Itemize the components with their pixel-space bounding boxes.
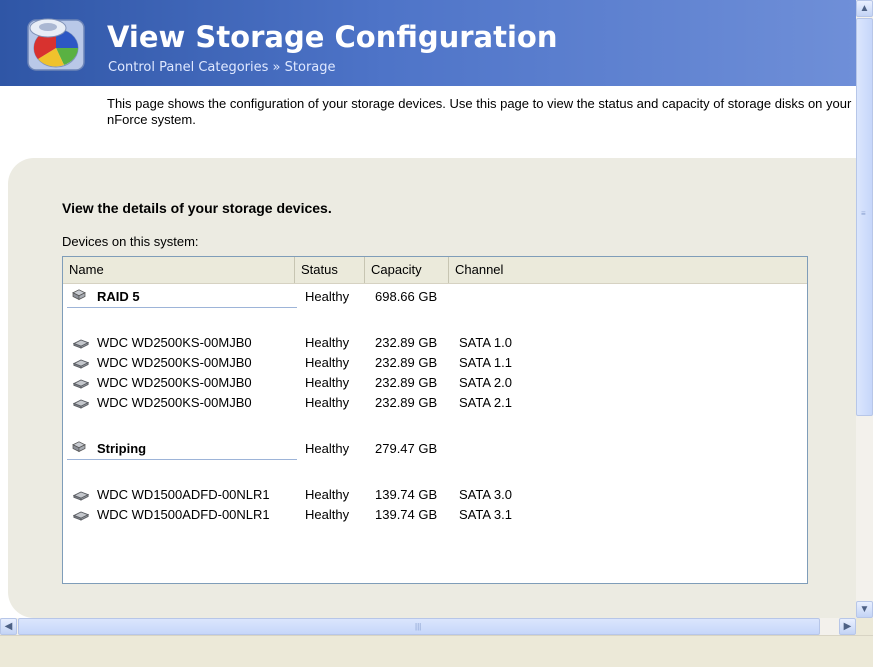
cell-name: WDC WD1500ADFD-00NLR1 bbox=[97, 507, 270, 522]
cell-status: Healthy bbox=[305, 335, 350, 350]
cell-status: Healthy bbox=[305, 487, 350, 502]
group-divider bbox=[67, 459, 297, 460]
disk-row[interactable]: WDC WD2500KS-00MJB0 Healthy 232.89 GB SATA … bbox=[63, 393, 807, 413]
page-title: View Storage Configuration bbox=[107, 20, 558, 54]
cell-channel: SATA 1.1 bbox=[459, 355, 512, 370]
disk-icon bbox=[73, 491, 89, 501]
breadcrumb-current: Storage bbox=[284, 60, 336, 75]
scrollbar-corner bbox=[856, 618, 873, 635]
cell-channel: SATA 2.1 bbox=[459, 395, 512, 410]
scroll-up-button[interactable]: ▲ bbox=[856, 0, 873, 17]
cell-name: Striping bbox=[97, 441, 147, 456]
disk-row[interactable]: WDC WD1500ADFD-00NLR1 Healthy 139.74 GB SAT… bbox=[63, 505, 807, 525]
cell-channel: SATA 3.1 bbox=[459, 507, 512, 522]
disk-row[interactable]: WDC WD2500KS-00MJB0 Healthy 232.89 GB SATA … bbox=[63, 373, 807, 393]
disk-icon bbox=[73, 511, 89, 521]
page-viewport: View Storage Configuration Control Panel… bbox=[0, 0, 856, 618]
horizontal-scroll-thumb[interactable]: ||| bbox=[18, 618, 820, 635]
cell-channel: SATA 1.0 bbox=[459, 335, 512, 350]
breadcrumb-link-control-panel[interactable]: Control Panel Categories bbox=[108, 60, 268, 75]
array-icon bbox=[72, 289, 86, 301]
intro-text: This page shows the configuration of you… bbox=[107, 96, 852, 127]
disk-icon bbox=[73, 379, 89, 389]
cell-capacity: 279.47 GB bbox=[375, 441, 438, 456]
vertical-scrollbar[interactable]: ▲ ≡ ▼ bbox=[856, 0, 873, 618]
cell-capacity: 232.89 GB bbox=[375, 335, 438, 350]
devices-label: Devices on this system: bbox=[62, 234, 199, 249]
devices-list[interactable]: Name Status Capacity Channel RAID 5 Healt… bbox=[62, 256, 808, 584]
cell-name: WDC WD2500KS-00MJB0 bbox=[97, 395, 252, 410]
cell-capacity: 698.66 GB bbox=[375, 289, 438, 304]
scroll-left-button[interactable]: ◀ bbox=[0, 618, 17, 635]
group-divider bbox=[67, 307, 297, 308]
panel-heading: View the details of your storage devices… bbox=[62, 200, 332, 216]
grip-icon: ||| bbox=[415, 622, 422, 631]
page-header: View Storage Configuration Control Panel… bbox=[0, 0, 856, 86]
scroll-right-button[interactable]: ▶ bbox=[839, 618, 856, 635]
array-icon bbox=[72, 441, 86, 453]
disk-row[interactable]: WDC WD1500ADFD-00NLR1 Healthy 139.74 GB SAT… bbox=[63, 485, 807, 505]
array-row[interactable]: Striping Healthy 279.47 GB bbox=[63, 439, 807, 459]
vertical-scroll-thumb[interactable]: ≡ bbox=[856, 18, 873, 416]
breadcrumb: Control Panel Categories » Storage bbox=[108, 60, 336, 75]
horizontal-scrollbar[interactable]: ◀ ||| ▶ bbox=[0, 618, 856, 635]
cell-status: Healthy bbox=[305, 375, 350, 390]
cell-capacity: 139.74 GB bbox=[375, 487, 438, 502]
column-header-status[interactable]: Status bbox=[295, 257, 365, 283]
cell-name: WDC WD2500KS-00MJB0 bbox=[97, 335, 252, 350]
cell-channel: SATA 3.0 bbox=[459, 487, 512, 502]
breadcrumb-separator: » bbox=[272, 60, 281, 75]
cell-name: WDC WD1500ADFD-00NLR1 bbox=[97, 487, 270, 502]
column-header-capacity[interactable]: Capacity bbox=[365, 257, 449, 283]
cell-capacity: 232.89 GB bbox=[375, 375, 438, 390]
cell-name: WDC WD2500KS-00MJB0 bbox=[97, 375, 252, 390]
disk-icon bbox=[73, 339, 89, 349]
cell-status: Healthy bbox=[305, 395, 350, 410]
cell-name: RAID 5 bbox=[97, 289, 140, 304]
column-header-name[interactable]: Name bbox=[63, 257, 295, 283]
list-header: Name Status Capacity Channel bbox=[63, 257, 807, 284]
disk-icon bbox=[73, 399, 89, 409]
cell-status: Healthy bbox=[305, 355, 350, 370]
disk-icon bbox=[73, 359, 89, 369]
cell-name: WDC WD2500KS-00MJB0 bbox=[97, 355, 252, 370]
storage-pie-icon bbox=[27, 18, 85, 71]
column-header-channel[interactable]: Channel bbox=[449, 257, 539, 283]
disk-row[interactable]: WDC WD2500KS-00MJB0 Healthy 232.89 GB SATA … bbox=[63, 353, 807, 373]
cell-capacity: 232.89 GB bbox=[375, 395, 438, 410]
scroll-down-button[interactable]: ▼ bbox=[856, 601, 873, 618]
disk-row[interactable]: WDC WD2500KS-00MJB0 Healthy 232.89 GB SATA … bbox=[63, 333, 807, 353]
cell-status: Healthy bbox=[305, 289, 350, 304]
cell-capacity: 139.74 GB bbox=[375, 507, 438, 522]
grip-icon: ≡ bbox=[861, 209, 866, 218]
cell-channel: SATA 2.0 bbox=[459, 375, 512, 390]
cell-capacity: 232.89 GB bbox=[375, 355, 438, 370]
cell-status: Healthy bbox=[305, 441, 350, 456]
status-bar bbox=[0, 635, 873, 667]
cell-status: Healthy bbox=[305, 507, 350, 522]
array-row[interactable]: RAID 5 Healthy 698.66 GB bbox=[63, 287, 807, 307]
